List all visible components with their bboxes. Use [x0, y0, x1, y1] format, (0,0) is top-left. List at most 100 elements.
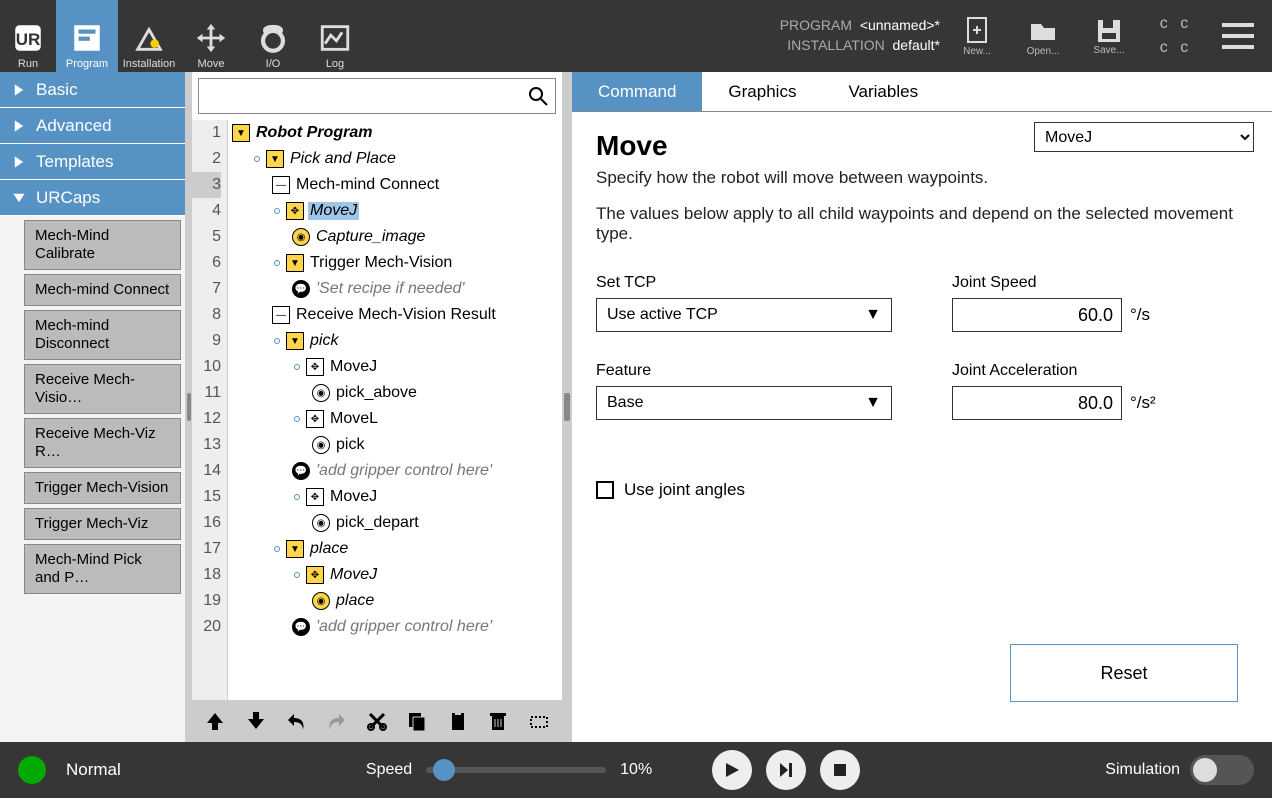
- nav-installation[interactable]: Installation: [118, 0, 180, 72]
- svg-text:UR: UR: [16, 30, 41, 49]
- copy-button[interactable]: [404, 707, 430, 735]
- delete-button[interactable]: [485, 707, 511, 735]
- tree-node-label: place: [308, 540, 350, 558]
- anchor-icon: [294, 494, 300, 500]
- tree-node[interactable]: ▼Trigger Mech-Vision: [228, 250, 562, 276]
- chevron-down-icon: ▼: [865, 394, 881, 412]
- tree-node[interactable]: ✥MoveJ: [228, 198, 562, 224]
- tree-node[interactable]: ◉pick_above: [228, 380, 562, 406]
- tab-variables[interactable]: Variables: [822, 72, 944, 111]
- tree-node[interactable]: 💬'add gripper control here': [228, 614, 562, 640]
- tree-node[interactable]: —Mech-mind Connect: [228, 172, 562, 198]
- tree-node-label: 'add gripper control here': [314, 462, 494, 480]
- tab-graphics[interactable]: Graphics: [702, 72, 822, 111]
- feature-select[interactable]: Base▼: [596, 386, 892, 420]
- paste-button[interactable]: [445, 707, 471, 735]
- move-type-select[interactable]: MoveJ: [1034, 122, 1254, 152]
- urcap-item[interactable]: Mech-mind Disconnect: [24, 310, 181, 360]
- command-panel: Command Graphics Variables Move MoveJ Sp…: [572, 72, 1272, 742]
- nav-io[interactable]: I/O: [242, 0, 304, 72]
- open-button[interactable]: Open...: [1014, 16, 1072, 57]
- tree-node[interactable]: 💬'Set recipe if needed': [228, 276, 562, 302]
- tab-command[interactable]: Command: [572, 72, 702, 111]
- save-button[interactable]: Save...: [1080, 17, 1138, 56]
- nav-move[interactable]: Move: [180, 0, 242, 72]
- speed-value: 10%: [620, 761, 652, 779]
- move-up-button[interactable]: [202, 707, 228, 735]
- move-icon: ✥: [286, 202, 304, 220]
- sidebar-cat-basic[interactable]: Basic: [0, 72, 185, 108]
- stop-button[interactable]: [820, 750, 860, 790]
- tree-node[interactable]: ▼Pick and Place: [228, 146, 562, 172]
- splitter-left[interactable]: [186, 72, 192, 742]
- nav-run[interactable]: UR Run: [0, 0, 56, 72]
- nav-run-label: Run: [18, 58, 38, 70]
- new-button[interactable]: New...: [948, 16, 1006, 57]
- simulation-toggle[interactable]: [1190, 755, 1254, 785]
- tree-node[interactable]: ✥MoveJ: [228, 354, 562, 380]
- sidebar-cat-templates[interactable]: Templates: [0, 144, 185, 180]
- tree-node[interactable]: 💬'add gripper control here': [228, 458, 562, 484]
- wp-icon: ◉: [312, 514, 330, 532]
- top-nav: UR Run Program Installation Move: [0, 0, 366, 72]
- tree-node[interactable]: ◉place: [228, 588, 562, 614]
- wp-icon: ◉: [292, 228, 310, 246]
- command-tabs: Command Graphics Variables: [572, 72, 1272, 112]
- nav-program[interactable]: Program: [56, 0, 118, 72]
- reset-button[interactable]: Reset: [1010, 644, 1238, 702]
- chevron-down-icon: [12, 191, 26, 205]
- tree-node-label: MoveJ: [328, 358, 379, 376]
- program-tree[interactable]: ▼Robot Program▼Pick and Place—Mech-mind …: [228, 120, 562, 700]
- redo-button[interactable]: [323, 707, 349, 735]
- chevron-down-icon: ▼: [865, 306, 881, 324]
- top-bar: UR Run Program Installation Move: [0, 0, 1272, 72]
- tree-node[interactable]: ◉pick: [228, 432, 562, 458]
- set-tcp-select[interactable]: Use active TCP▼: [596, 298, 892, 332]
- tree-node-label: Trigger Mech-Vision: [308, 254, 454, 272]
- tree-node[interactable]: ✥MoveJ: [228, 484, 562, 510]
- urcap-item[interactable]: Receive Mech-Visio…: [24, 364, 181, 414]
- cut-button[interactable]: [364, 707, 390, 735]
- urcap-item[interactable]: Receive Mech-Viz R…: [24, 418, 181, 468]
- tree-node[interactable]: ▼place: [228, 536, 562, 562]
- io-icon: [256, 18, 290, 58]
- tree-node[interactable]: ▼pick: [228, 328, 562, 354]
- joint-acc-input[interactable]: [952, 386, 1122, 420]
- use-joint-angles-checkbox[interactable]: Use joint angles: [596, 480, 1248, 500]
- tree-node[interactable]: —Receive Mech-Vision Result: [228, 302, 562, 328]
- urcap-item[interactable]: Mech-Mind Calibrate: [24, 220, 181, 270]
- play-button[interactable]: [712, 750, 752, 790]
- hamburger-menu[interactable]: [1214, 21, 1262, 51]
- tree-node[interactable]: ◉Capture_image: [228, 224, 562, 250]
- fold-icon: ▼: [286, 332, 304, 350]
- joint-speed-input[interactable]: [952, 298, 1122, 332]
- workspace: Basic Advanced Templates URCaps Mech-Min…: [0, 72, 1272, 742]
- urcap-item[interactable]: Mech-mind Connect: [24, 274, 181, 306]
- nav-move-label: Move: [198, 58, 225, 70]
- step-button[interactable]: [766, 750, 806, 790]
- search-icon[interactable]: [527, 85, 549, 107]
- urcap-item[interactable]: Mech-Mind Pick and P…: [24, 544, 181, 594]
- tree-node-label: pick: [334, 436, 366, 454]
- tree-node[interactable]: ▼Robot Program: [228, 120, 562, 146]
- undo-button[interactable]: [283, 707, 309, 735]
- tree-node-label: Receive Mech-Vision Result: [294, 306, 498, 324]
- tree-node[interactable]: ✥MoveL: [228, 406, 562, 432]
- cmt-icon: 💬: [292, 280, 310, 298]
- tree-search-input[interactable]: [205, 88, 527, 105]
- move-down-button[interactable]: [242, 707, 268, 735]
- tree-node[interactable]: ◉pick_depart: [228, 510, 562, 536]
- sidebar-cat-advanced[interactable]: Advanced: [0, 108, 185, 144]
- suppress-button[interactable]: [526, 707, 552, 735]
- save-disk-icon: [1095, 17, 1123, 45]
- tree-node[interactable]: ✥MoveJ: [228, 562, 562, 588]
- urcap-item[interactable]: Trigger Mech-Vision: [24, 472, 181, 504]
- program-tree-panel: 1234567891011121314151617181920 ▼Robot P…: [192, 72, 562, 742]
- nav-log[interactable]: Log: [304, 0, 366, 72]
- status-indicator-icon: [18, 756, 46, 784]
- tree-node-label: Pick and Place: [288, 150, 398, 168]
- speed-slider[interactable]: [426, 767, 606, 773]
- splitter-mid[interactable]: [562, 72, 572, 742]
- sidebar-cat-urcaps[interactable]: URCaps: [0, 180, 185, 216]
- urcap-item[interactable]: Trigger Mech-Viz: [24, 508, 181, 540]
